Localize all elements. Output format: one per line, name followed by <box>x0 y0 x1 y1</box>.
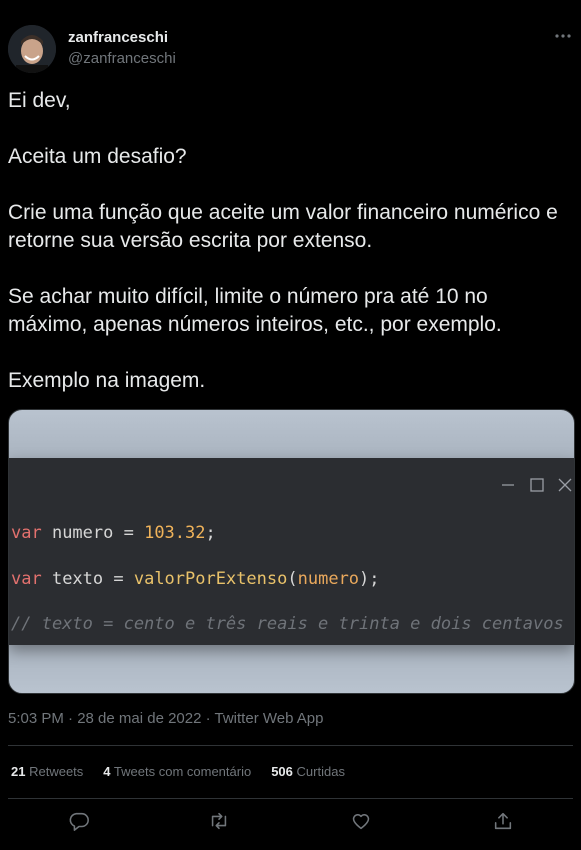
code-window: var numero = 103.32; var texto = valorPo… <box>9 458 574 645</box>
divider <box>8 798 573 799</box>
avatar[interactable] <box>8 25 56 73</box>
tweet-text: Ei dev, Aceita um desafio? Crie uma funç… <box>8 87 568 395</box>
tweet-paragraph: Ei dev, <box>8 89 71 112</box>
code-line-1: var numero = 103.32; <box>11 523 216 543</box>
reply-icon[interactable] <box>68 810 94 836</box>
code-comment: // texto = cento e três reais e trinta e… <box>11 614 564 634</box>
code-text: ); <box>359 569 380 589</box>
tweet-paragraph: Aceita um desafio? <box>8 145 187 168</box>
code-function: valorPorExtenso <box>133 569 288 589</box>
avatar-image <box>8 25 56 73</box>
retweets-label: Retweets <box>29 764 84 779</box>
tweet-paragraph: Crie uma função que aceite um valor fina… <box>8 201 558 252</box>
share-icon[interactable] <box>492 810 518 836</box>
maximize-icon <box>530 478 544 497</box>
close-icon <box>558 478 572 497</box>
display-name[interactable]: zanfranceschi <box>68 29 168 46</box>
code-text: ( <box>287 569 298 589</box>
likes-label: Curtidas <box>296 764 345 779</box>
heart-icon[interactable] <box>350 810 376 836</box>
code-number: 103.32 <box>144 523 206 543</box>
quotes-label: Tweets com comentário <box>113 764 252 779</box>
code-argument: numero <box>297 569 360 589</box>
quotes-count: 4 <box>103 764 111 779</box>
retweets-stat[interactable]: 21 Retweets <box>11 764 83 779</box>
minimize-icon <box>501 478 515 497</box>
code-text: numero = <box>41 523 145 543</box>
tweet-paragraph: Se achar muito difícil, limite o número … <box>8 285 502 336</box>
tweet-paragraph: Exemplo na imagem. <box>8 369 206 392</box>
user-handle[interactable]: @zanfranceschi <box>68 50 176 67</box>
retweet-icon[interactable] <box>208 810 234 836</box>
code-line-2: var texto = valorPorExtenso(numero); <box>11 569 380 589</box>
code-text: ; <box>205 523 216 543</box>
more-icon[interactable] <box>553 26 573 46</box>
code-keyword: var <box>11 569 42 589</box>
divider <box>8 745 573 746</box>
tweet-image[interactable]: var numero = 103.32; var texto = valorPo… <box>8 409 575 694</box>
code-keyword: var <box>11 523 42 543</box>
code-text: texto = <box>41 569 134 589</box>
retweets-count: 21 <box>11 764 26 779</box>
likes-stat[interactable]: 506 Curtidas <box>271 764 345 779</box>
likes-count: 506 <box>271 764 293 779</box>
tweet-timestamp[interactable]: 5:03 PM · 28 de mai de 2022 · Twitter We… <box>8 710 323 727</box>
tweet-stats: 21 Retweets 4 Tweets com comentário 506 … <box>11 764 365 779</box>
quotes-stat[interactable]: 4 Tweets com comentário <box>103 764 251 779</box>
